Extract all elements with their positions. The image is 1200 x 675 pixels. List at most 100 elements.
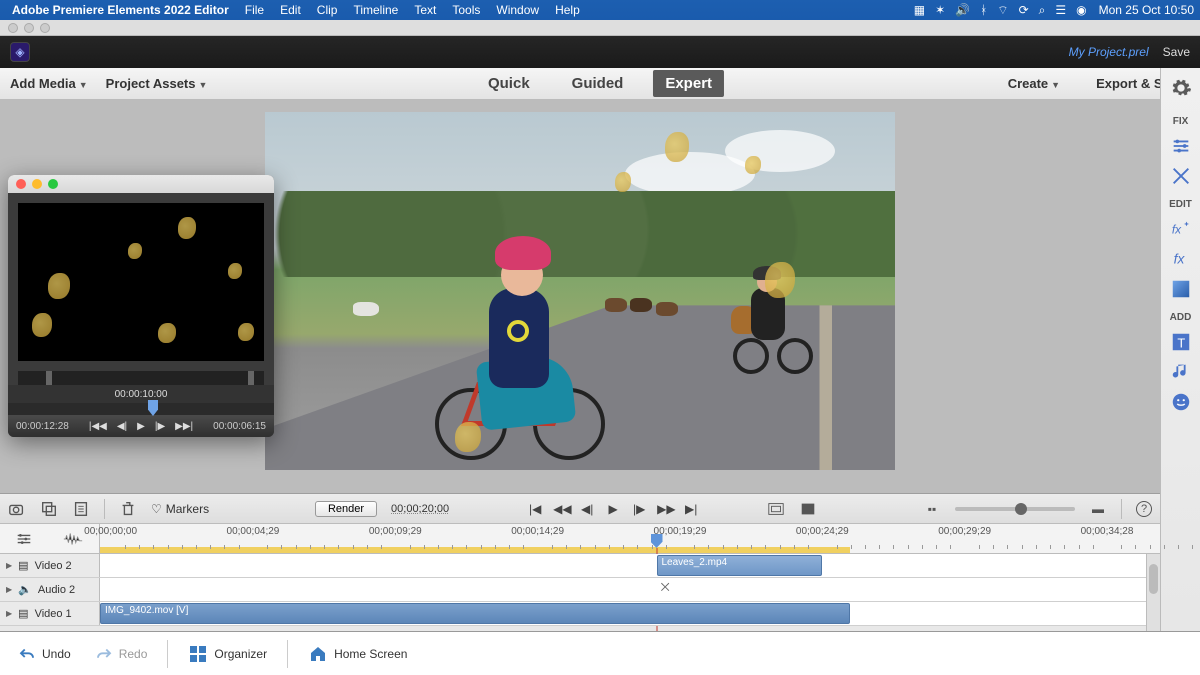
- goto-end-icon[interactable]: ▶|: [683, 502, 699, 516]
- ruler-tick: 00;00;04;29: [227, 526, 280, 537]
- ruler-tick: 00;00;34;28: [1081, 526, 1134, 537]
- link-icon[interactable]: ⨉: [661, 582, 670, 595]
- properties-icon[interactable]: [72, 500, 90, 518]
- source-scrubber[interactable]: [8, 403, 274, 415]
- clip-img9402[interactable]: IMG_9402.mov [V]: [100, 603, 850, 624]
- spotlight-icon[interactable]: ⌕: [1039, 3, 1046, 18]
- titles-t-icon[interactable]: T: [1168, 329, 1194, 355]
- track-audio-2: ▶🔈Audio 2 ⨉: [0, 578, 1160, 602]
- goto-start-icon[interactable]: |◀: [527, 502, 543, 516]
- markers-dropdown[interactable]: ♡ Markers: [151, 502, 209, 516]
- minimize-icon[interactable]: [32, 179, 42, 189]
- filmstrip-icon[interactable]: ▤: [18, 559, 28, 572]
- goto-start-icon[interactable]: |◀◀: [89, 421, 107, 432]
- zoom-in-icon[interactable]: ▬: [1089, 500, 1107, 518]
- fx-icon[interactable]: fx: [1168, 246, 1194, 272]
- window-close-icon[interactable]: [8, 23, 18, 33]
- tab-expert[interactable]: Expert: [653, 70, 724, 97]
- music-note-icon[interactable]: [1168, 359, 1194, 385]
- volume-icon[interactable]: 🔊: [955, 3, 970, 17]
- gradient-icon[interactable]: [1168, 276, 1194, 302]
- menu-file[interactable]: File: [245, 3, 264, 17]
- menu-window[interactable]: Window: [496, 3, 539, 17]
- disclosure-icon[interactable]: ▶: [6, 585, 12, 594]
- save-button[interactable]: Save: [1163, 45, 1190, 59]
- bluetooth-icon[interactable]: ᚼ: [980, 3, 987, 17]
- zoom-icon[interactable]: [48, 179, 58, 189]
- menubar-datetime[interactable]: Mon 25 Oct 10:50: [1099, 3, 1194, 17]
- adobe-logo-icon: ◈: [10, 42, 30, 62]
- source-monitor-view[interactable]: [18, 203, 264, 361]
- trash-icon[interactable]: [119, 500, 137, 518]
- scrollbar-thumb[interactable]: [1149, 564, 1158, 594]
- project-assets-dropdown[interactable]: Project Assets▼: [106, 76, 208, 91]
- window-zoom-icon[interactable]: [40, 23, 50, 33]
- render-button[interactable]: Render: [315, 501, 377, 517]
- rewind-icon[interactable]: ◀◀: [553, 502, 569, 516]
- organizer-button[interactable]: Organizer: [180, 640, 275, 668]
- create-dropdown[interactable]: Create▼: [1008, 76, 1060, 91]
- svg-text:fx: fx: [1171, 223, 1181, 237]
- notification-icon[interactable]: ✶: [935, 3, 945, 17]
- disclosure-icon[interactable]: ▶: [6, 609, 12, 618]
- tab-quick[interactable]: Quick: [476, 70, 542, 97]
- smiley-icon[interactable]: [1168, 389, 1194, 415]
- speaker-icon[interactable]: 🔈: [18, 583, 32, 596]
- settings-gear-icon[interactable]: [1169, 76, 1193, 100]
- control-center-icon[interactable]: ☰: [1055, 3, 1066, 17]
- fullscreen-icon[interactable]: [799, 500, 817, 518]
- menu-tools[interactable]: Tools: [452, 3, 480, 17]
- source-current-tc[interactable]: 00:00:12:28: [16, 421, 69, 432]
- tracks-scrollbar[interactable]: [1146, 554, 1160, 631]
- zoom-knob[interactable]: [1015, 503, 1027, 515]
- menu-timeline[interactable]: Timeline: [353, 3, 398, 17]
- close-icon[interactable]: [16, 179, 26, 189]
- source-in-out-bar[interactable]: [18, 371, 264, 385]
- right-sidebar: FIX EDIT fx fx ADD T: [1160, 68, 1200, 675]
- appgrid-icon[interactable]: ▦: [914, 3, 925, 17]
- window-minimize-icon[interactable]: [24, 23, 34, 33]
- timeline-current-tc[interactable]: 00;00;20;00: [391, 503, 449, 515]
- play-icon[interactable]: ▶: [605, 502, 621, 516]
- step-fwd-icon[interactable]: |▶: [631, 502, 647, 516]
- zoom-slider[interactable]: [955, 507, 1075, 511]
- tools-crossed-icon[interactable]: [1168, 163, 1194, 189]
- play-icon[interactable]: ▶: [137, 421, 145, 432]
- goto-end-icon[interactable]: ▶▶|: [175, 421, 193, 432]
- source-duration-tc[interactable]: 00:00:06:15: [213, 421, 266, 432]
- track-video-1: ▶▤Video 1 IMG_9402.mov [V]: [0, 602, 1160, 626]
- camera-icon[interactable]: [8, 500, 26, 518]
- timeline-ruler[interactable]: 00;00;00;0000;00;04;2900;00;09;2900;00;1…: [100, 524, 1160, 553]
- step-back-icon[interactable]: ◀|: [579, 502, 595, 516]
- menu-clip[interactable]: Clip: [317, 3, 338, 17]
- menu-help[interactable]: Help: [555, 3, 580, 17]
- source-monitor-window[interactable]: 00:00:10:00 00:00:12:28 |◀◀ ◀| ▶ |▶ ▶▶| …: [8, 175, 274, 437]
- step-fwd-icon[interactable]: |▶: [155, 421, 165, 432]
- filmstrip-icon[interactable]: ▤: [18, 607, 28, 620]
- track-options-icon[interactable]: [15, 530, 33, 548]
- menu-text[interactable]: Text: [414, 3, 436, 17]
- siri-icon[interactable]: ◉: [1076, 3, 1086, 17]
- program-monitor[interactable]: [265, 112, 895, 470]
- audio-waveform-icon[interactable]: [62, 530, 84, 548]
- help-icon[interactable]: ?: [1136, 501, 1152, 517]
- adjust-sliders-icon[interactable]: [1168, 133, 1194, 159]
- disclosure-icon[interactable]: ▶: [6, 561, 12, 570]
- add-media-dropdown[interactable]: Add Media▼: [10, 76, 88, 91]
- fx-star-icon[interactable]: fx: [1168, 216, 1194, 242]
- wifi-icon[interactable]: ⌔: [997, 3, 1008, 18]
- undo-button[interactable]: Undo: [10, 641, 79, 667]
- menu-edit[interactable]: Edit: [280, 3, 301, 17]
- sync-icon[interactable]: ⟳: [1019, 3, 1029, 17]
- step-back-icon[interactable]: ◀|: [117, 421, 127, 432]
- timeline-transport: |◀ ◀◀ ◀| ▶ |▶ ▶▶ ▶|: [527, 502, 699, 516]
- redo-button[interactable]: Redo: [87, 641, 156, 667]
- fastfwd-icon[interactable]: ▶▶: [657, 502, 673, 516]
- clip-leaves[interactable]: Leaves_2.mp4: [657, 555, 822, 576]
- tab-guided[interactable]: Guided: [560, 70, 636, 97]
- zoom-out-icon[interactable]: ▪▪: [923, 500, 941, 518]
- home-screen-button[interactable]: Home Screen: [300, 640, 415, 668]
- safe-margins-icon[interactable]: [767, 500, 785, 518]
- duplicate-icon[interactable]: [40, 500, 58, 518]
- source-playhead-icon[interactable]: [148, 400, 158, 416]
